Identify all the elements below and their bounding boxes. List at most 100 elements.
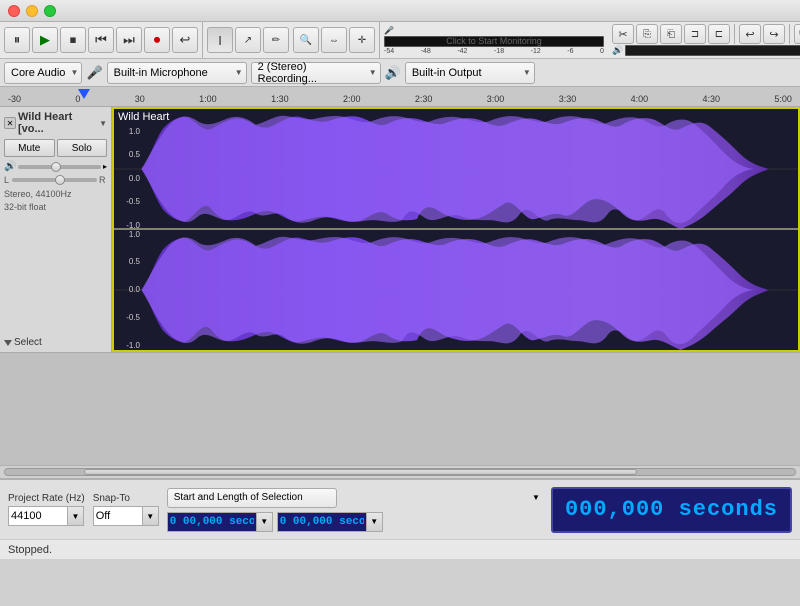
waveform-display[interactable]: Wild Heart 1.0 0.5 0.0 -0.5 -1.0 1.0 0.5… bbox=[112, 107, 800, 352]
skip-back-button[interactable]: ⏮ bbox=[88, 27, 114, 53]
output-device-display[interactable]: Built-in Output ▼ bbox=[405, 62, 535, 84]
selection-length-input[interactable] bbox=[277, 512, 367, 532]
mute-solo-controls: Mute Solo bbox=[4, 139, 107, 157]
host-select[interactable]: Core Audio ▼ bbox=[4, 62, 82, 84]
record-button[interactable]: ⏺ bbox=[144, 27, 170, 53]
skip-forward-button[interactable]: ⏭ bbox=[116, 27, 142, 53]
output-arrow: ▼ bbox=[523, 68, 531, 77]
output-meter-section: ✂ ⎘ ⎗ ⊐ ⊏ ↩ ↪ 🔍 🔍 ⊡ ⊞ 1 ▶ 🔊 -54-36-18-12… bbox=[608, 22, 800, 58]
y-label-1.0b: 1.0 bbox=[114, 230, 140, 239]
track-close-button[interactable]: ✕ bbox=[4, 117, 16, 129]
output-vu-meter[interactable] bbox=[625, 45, 800, 56]
channels-select[interactable]: 2 (Stereo) Recording... ▼ bbox=[251, 62, 381, 84]
gain-icon: 🔊 bbox=[4, 161, 16, 172]
y-label-neg1.0: -1.0 bbox=[114, 221, 140, 230]
minimize-button[interactable] bbox=[26, 5, 38, 17]
select-label[interactable]: Select bbox=[14, 337, 42, 348]
track-header: ✕ Wild Heart [vo... ▼ bbox=[4, 111, 107, 135]
main-toolbar: ⏸ ▶ ⏹ ⏮ ⏭ ⏺ ↩ I ↗ ✏ 🔍 ⇔ ✛ 🎤 Click to Sta… bbox=[0, 22, 800, 59]
pan-thumb[interactable] bbox=[55, 175, 65, 185]
time-ruler[interactable]: -30 0 30 1:00 1:30 2:00 2:30 3:00 3:30 4… bbox=[0, 87, 800, 107]
speaker-icon: 🔊 bbox=[385, 65, 401, 81]
host-select-display[interactable]: Core Audio ▼ bbox=[4, 62, 82, 84]
project-rate-input-row: ▼ bbox=[8, 506, 85, 526]
track-dropdown-arrow[interactable]: ▼ bbox=[99, 119, 107, 128]
track-format: Stereo, 44100Hz bbox=[4, 188, 107, 201]
channels-display[interactable]: 2 (Stereo) Recording... ▼ bbox=[251, 62, 381, 84]
playhead bbox=[78, 89, 90, 99]
selection-section: Start and Length of Selection ▼ ▼ ▼ bbox=[167, 488, 543, 532]
window-controls bbox=[8, 5, 56, 17]
ruler-mark: 4:00 bbox=[631, 94, 649, 104]
copy-button[interactable]: ⎘ bbox=[636, 24, 658, 44]
trim-button[interactable]: ⊐ bbox=[684, 24, 706, 44]
host-value: Core Audio bbox=[11, 67, 65, 79]
ruler-mark: 2:00 bbox=[343, 94, 361, 104]
horizontal-scrollbar[interactable] bbox=[0, 465, 800, 479]
gain-thumb[interactable] bbox=[51, 162, 61, 172]
pan-slider-row: L R bbox=[4, 175, 107, 185]
project-rate-input[interactable] bbox=[8, 506, 68, 526]
snap-dropdown[interactable]: ▼ bbox=[143, 506, 159, 526]
solo-button[interactable]: Solo bbox=[57, 139, 108, 157]
paste-button[interactable]: ⎗ bbox=[660, 24, 682, 44]
cursor-tool-button[interactable]: I bbox=[207, 27, 233, 53]
title-bar bbox=[0, 0, 800, 22]
silence-button[interactable]: ⊏ bbox=[708, 24, 730, 44]
input-mic-icon: 🎤 bbox=[384, 26, 604, 35]
output-device-select[interactable]: Built-in Output ▼ bbox=[405, 62, 535, 84]
selection-type-arrow: ▼ bbox=[532, 493, 540, 502]
input-device-select[interactable]: Built-in Microphone ▼ bbox=[107, 62, 247, 84]
multi-tool-button[interactable]: ✛ bbox=[349, 27, 375, 53]
input-device-value: Built-in Microphone bbox=[114, 67, 208, 79]
redo-button[interactable]: ↪ bbox=[763, 24, 785, 44]
cut-button[interactable]: ✂ bbox=[612, 24, 634, 44]
gain-slider[interactable] bbox=[18, 165, 101, 169]
scroll-track[interactable] bbox=[4, 468, 796, 476]
project-rate-label: Project Rate (Hz) bbox=[8, 493, 85, 504]
input-level-labels: -54 -48 -42 -18 -12 -6 0 bbox=[384, 48, 604, 55]
output-device-value: Built-in Output bbox=[412, 67, 482, 79]
monitoring-label[interactable]: Click to Start Monitoring bbox=[446, 36, 542, 46]
ruler-mark: 2:30 bbox=[415, 94, 433, 104]
pause-button[interactable]: ⏸ bbox=[4, 27, 30, 53]
microphone-icon: 🎤 bbox=[86, 65, 102, 81]
sel-length-dropdown[interactable]: ▼ bbox=[367, 512, 383, 532]
project-rate-dropdown[interactable]: ▼ bbox=[68, 506, 84, 526]
ruler-mark: 1:30 bbox=[271, 94, 289, 104]
input-vu-meter[interactable]: Click to Start Monitoring bbox=[384, 36, 604, 47]
envelope-tool-button[interactable]: ↗ bbox=[235, 27, 261, 53]
status-text: Stopped. bbox=[8, 544, 52, 556]
stop-button[interactable]: ⏹ bbox=[60, 27, 86, 53]
track-area: ✕ Wild Heart [vo... ▼ Mute Solo 🔊 ▸ L R … bbox=[0, 107, 800, 352]
loop-button[interactable]: ↩ bbox=[172, 27, 198, 53]
channels-arrow: ▼ bbox=[369, 68, 377, 77]
select-label-row: Select bbox=[4, 337, 107, 348]
play-button[interactable]: ▶ bbox=[32, 27, 58, 53]
sel-length-group: ▼ bbox=[277, 512, 383, 532]
y-label-0.5: 0.5 bbox=[114, 150, 140, 159]
draw-tool-button[interactable]: ✏ bbox=[263, 27, 289, 53]
scroll-thumb[interactable] bbox=[84, 469, 637, 475]
snap-input[interactable] bbox=[93, 506, 143, 526]
input-device-display[interactable]: Built-in Microphone ▼ bbox=[107, 62, 247, 84]
pan-slider[interactable] bbox=[12, 178, 97, 182]
maximize-button[interactable] bbox=[44, 5, 56, 17]
sel-start-dropdown[interactable]: ▼ bbox=[257, 512, 273, 532]
select-collapse-arrow[interactable] bbox=[4, 340, 12, 346]
mute-button[interactable]: Mute bbox=[4, 139, 55, 157]
selection-type-select[interactable]: Start and Length of Selection ▼ bbox=[167, 488, 543, 508]
empty-track-area bbox=[0, 352, 800, 465]
timeshift-tool-button[interactable]: ⇔ bbox=[321, 27, 347, 53]
selection-start-input[interactable] bbox=[167, 512, 257, 532]
big-time-display: 000,000 seconds bbox=[551, 487, 792, 533]
output-speaker-icon: 🔊 bbox=[612, 45, 623, 56]
selection-type-display[interactable]: Start and Length of Selection ▼ bbox=[167, 488, 337, 508]
undo-button[interactable]: ↩ bbox=[739, 24, 761, 44]
divider2 bbox=[789, 24, 790, 44]
zoom-in-button[interactable]: 🔍 bbox=[794, 24, 800, 44]
zoom-tool-button[interactable]: 🔍 bbox=[293, 27, 319, 53]
track-controls-panel: ✕ Wild Heart [vo... ▼ Mute Solo 🔊 ▸ L R … bbox=[0, 107, 112, 352]
input-arrow: ▼ bbox=[235, 68, 243, 77]
close-button[interactable] bbox=[8, 5, 20, 17]
